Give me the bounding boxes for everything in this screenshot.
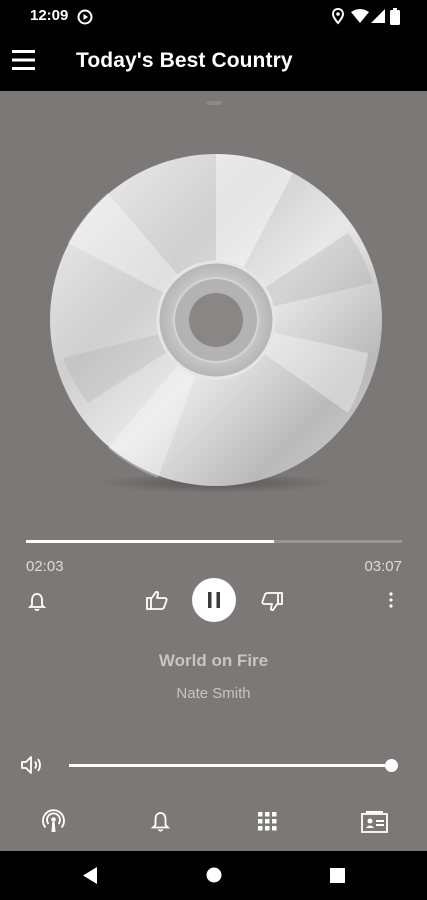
volume-fill [69, 764, 391, 767]
hamburger-menu-icon[interactable] [12, 49, 36, 71]
status-bar: 12:09 [0, 0, 427, 34]
duration-time: 03:07 [364, 558, 402, 575]
battery-icon [390, 8, 400, 25]
wifi-icon [351, 9, 369, 24]
location-icon [332, 8, 344, 25]
system-nav-bar [0, 851, 427, 900]
more-vert-icon[interactable] [388, 592, 394, 608]
drag-handle[interactable] [206, 101, 222, 105]
pause-icon [207, 592, 221, 608]
player-screen: 02:03 03:07 World on Fire Nate Smith [0, 91, 427, 851]
song-title: World on Fire [158, 651, 269, 670]
podcast-icon[interactable] [41, 809, 66, 834]
back-icon[interactable] [83, 867, 98, 884]
bell-icon[interactable] [28, 592, 46, 612]
thumbs-up-icon[interactable] [146, 590, 168, 610]
bell-icon[interactable] [151, 811, 170, 833]
signal-icon [371, 9, 385, 24]
pause-button[interactable] [192, 578, 236, 622]
play-circle-icon [77, 9, 93, 25]
elapsed-time: 02:03 [26, 558, 64, 575]
song-artist: Nate Smith [176, 685, 251, 702]
progress-track[interactable] [26, 540, 402, 543]
volume-icon[interactable] [20, 754, 44, 776]
grid-icon[interactable] [258, 812, 277, 831]
cd-disc-artwork [48, 153, 384, 497]
volume-slider[interactable] [69, 759, 398, 772]
volume-thumb[interactable] [385, 759, 398, 772]
recents-icon[interactable] [330, 868, 345, 883]
home-icon[interactable] [206, 867, 222, 883]
page-title: Today's Best Country [76, 49, 293, 72]
thumbs-down-icon[interactable] [261, 592, 283, 612]
contact-card-icon[interactable] [361, 811, 388, 833]
status-time: 12:09 [30, 7, 69, 24]
app-bar: Today's Best Country [0, 34, 427, 91]
progress-fill [26, 540, 275, 543]
